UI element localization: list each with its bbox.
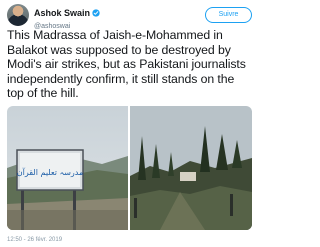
madrassa-sign-photo[interactable]: مدرسہ تعلیم القرآن: [7, 106, 128, 230]
follow-button[interactable]: Suivre: [205, 7, 252, 23]
author-names[interactable]: Ashok Swain @ashoswai: [34, 3, 100, 31]
author-display-name[interactable]: Ashok Swain: [34, 8, 90, 19]
tweet-media[interactable]: مدرسہ تعلیم القرآن: [7, 106, 252, 230]
tweet-timestamp[interactable]: 12:50 - 26 févr. 2019: [7, 236, 62, 244]
avatar[interactable]: [7, 4, 29, 26]
hilltop-building-photo[interactable]: [130, 106, 252, 230]
tweet-card: Ashok Swain @ashoswai Suivre This Madras…: [0, 0, 259, 247]
tweet-header: Ashok Swain @ashoswai Suivre: [7, 3, 252, 30]
verified-badge-icon: [92, 9, 100, 17]
madrassa-sign-text: مدرسہ تعلیم القرآن: [17, 167, 84, 177]
tweet-text: This Madrassa of Jaish-e-Mohammed in Bal…: [7, 28, 246, 101]
